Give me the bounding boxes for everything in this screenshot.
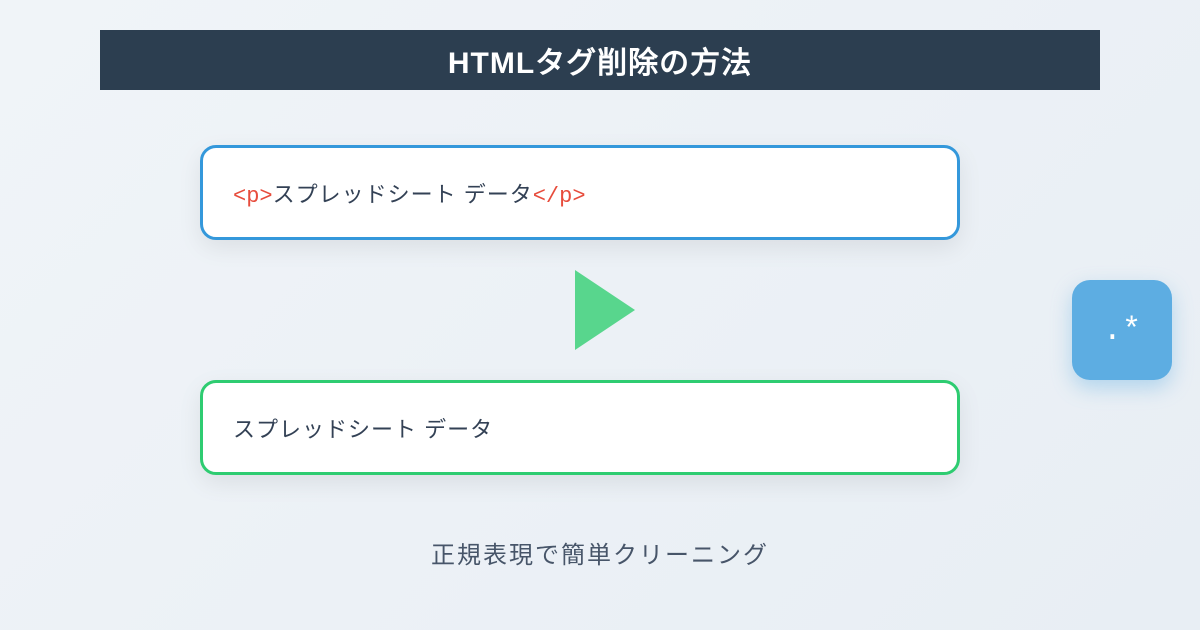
html-close-tag: </p> [533,184,586,209]
input-text: スプレッドシート データ [273,182,533,207]
input-example-box: <p>スプレッドシート データ</p> [200,145,960,240]
subtitle: 正規表現で簡単クリーニング [0,535,1200,570]
regex-badge-label: .* [1103,312,1141,349]
output-example-box: スプレッドシート データ [200,380,960,475]
arrow-down-icon [555,265,645,360]
html-open-tag: <p> [233,184,273,209]
page-title: HTMLタグ削除の方法 [448,38,752,82]
title-bar: HTMLタグ削除の方法 [100,30,1100,90]
regex-badge: .* [1072,280,1172,380]
output-text: スプレッドシート データ [233,412,493,444]
